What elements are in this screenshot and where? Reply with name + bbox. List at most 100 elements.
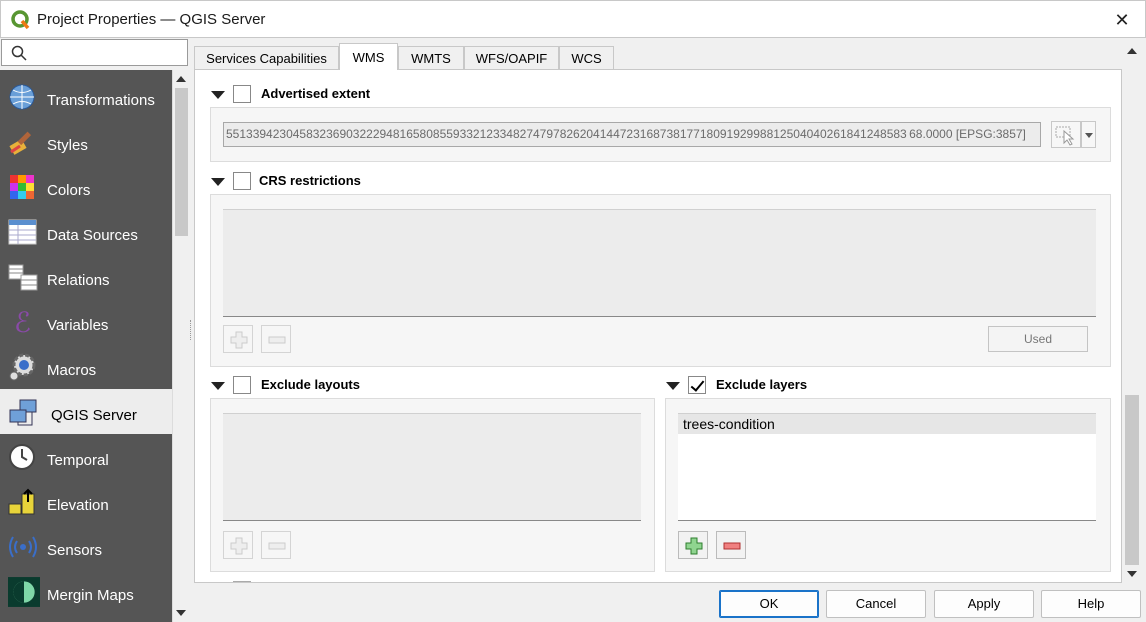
advertised-extent-group: 5513394230458323690322294816580855933212…	[210, 107, 1111, 162]
table-icon	[8, 219, 37, 245]
layers-list[interactable]: trees-condition	[678, 413, 1096, 521]
sidebar-item-relations[interactable]: Relations	[0, 254, 172, 299]
tab-services-capabilities[interactable]: Services Capabilities	[194, 46, 339, 70]
crs-restrictions-label: CRS restrictions	[259, 173, 361, 188]
gear-play-icon	[9, 353, 36, 381]
crs-restrictions-checkbox[interactable]	[233, 172, 251, 190]
sidebar-item-label: Macros	[47, 362, 97, 379]
sidebar-item-label: Sensors	[47, 542, 103, 559]
map-canvas-extent-button[interactable]	[1051, 121, 1081, 148]
exclude-layers-checkbox[interactable]	[688, 376, 706, 394]
splitter-handle[interactable]	[190, 320, 193, 340]
collapse-arrow-icon[interactable]	[211, 382, 225, 390]
exclude-layers-label: Exclude layers	[716, 377, 808, 392]
crs-restrictions-header: CRS restrictions	[211, 172, 611, 192]
scroll-down-icon[interactable]	[1127, 571, 1137, 577]
sidebar-item-label: QGIS Server	[51, 407, 137, 424]
scrollbar-thumb[interactable]	[175, 88, 188, 236]
sidebar-item-variables[interactable]: ℰ Variables	[0, 299, 172, 344]
svg-text:ℰ: ℰ	[14, 308, 31, 336]
qgis-logo-icon	[11, 10, 30, 30]
sidebar-item-label: Temporal	[47, 452, 109, 469]
epsilon-icon: ℰ	[14, 308, 31, 336]
search-input[interactable]	[1, 39, 188, 66]
sidebar-item-qgis-server[interactable]: QGIS Server	[0, 389, 172, 434]
scroll-up-icon[interactable]	[1127, 48, 1137, 54]
color-grid-icon	[10, 175, 34, 199]
relations-icon	[8, 264, 38, 291]
sidebar-item-sensors[interactable]: Sensors	[0, 524, 172, 569]
extent-dropdown-button[interactable]	[1081, 121, 1096, 148]
sidebar-item-label: Elevation	[47, 497, 109, 514]
minus-icon	[268, 542, 286, 550]
ok-button[interactable]: OK	[719, 590, 819, 618]
clock-icon	[9, 444, 35, 470]
sensor-icon	[9, 536, 37, 558]
tab-wcs[interactable]: WCS	[559, 46, 614, 70]
sidebar-item-label: Data Sources	[47, 227, 138, 244]
exclude-layouts-header: Exclude layouts	[211, 376, 511, 396]
sidebar-item-label: Variables	[47, 317, 109, 334]
sidebar-item-macros[interactable]: Macros	[0, 344, 172, 389]
layouts-list[interactable]	[223, 413, 641, 521]
window-title: Project Properties — QGIS Server	[37, 11, 266, 28]
advertised-extent-field[interactable]: 5513394230458323690322294816580855933212…	[223, 122, 1041, 147]
minus-icon	[268, 336, 286, 344]
sidebar-item-temporal[interactable]: Temporal	[0, 434, 172, 479]
mergin-icon	[8, 577, 40, 607]
plus-icon	[230, 331, 248, 349]
globe-grid-icon	[9, 84, 35, 110]
advertised-extent-header: Advertised extent	[211, 85, 611, 105]
exclude-layouts-checkbox[interactable]	[233, 376, 251, 394]
add-layer-button[interactable]	[678, 531, 708, 559]
remove-layout-button[interactable]	[261, 531, 291, 559]
sidebar-item-colors[interactable]: Colors	[0, 164, 172, 209]
advertised-extent-checkbox[interactable]	[233, 85, 251, 103]
cancel-button[interactable]: Cancel	[826, 590, 926, 618]
remove-crs-button[interactable]	[261, 325, 291, 353]
next-group-checkbox[interactable]	[233, 581, 251, 582]
collapse-arrow-icon[interactable]	[666, 382, 680, 390]
server-icon	[9, 399, 37, 426]
sidebar: Transformations Styles Colors Data Sourc…	[0, 70, 172, 622]
sidebar-item-styles[interactable]: Styles	[0, 119, 172, 164]
minus-icon	[723, 542, 741, 550]
sidebar-item-mergin-maps[interactable]: Mergin Maps	[0, 569, 172, 614]
tab-wmts[interactable]: WMTS	[398, 46, 464, 70]
tab-wfs-oapif[interactable]: WFS/OAPIF	[464, 46, 559, 70]
apply-button[interactable]: Apply	[934, 590, 1034, 618]
advertised-extent-label: Advertised extent	[261, 86, 371, 101]
used-button[interactable]: Used	[988, 326, 1088, 352]
close-button[interactable]: ✕	[1099, 1, 1145, 39]
paintbrush-icon	[9, 131, 32, 155]
exclude-layouts-group	[210, 398, 655, 572]
scroll-up-icon[interactable]	[176, 76, 186, 82]
elevation-icon	[8, 488, 35, 515]
cursor-select-icon	[1055, 126, 1075, 146]
add-layout-button[interactable]	[223, 531, 253, 559]
sidebar-item-data-sources[interactable]: Data Sources	[0, 209, 172, 254]
advertised-extent-value: 5513394230458323690322294816580855933212…	[226, 127, 1026, 141]
sidebar-scrollbar[interactable]	[172, 70, 189, 622]
exclude-layers-group: trees-condition	[665, 398, 1111, 572]
sidebar-item-label: Mergin Maps	[47, 587, 134, 604]
page-scrollbar[interactable]	[1123, 40, 1141, 585]
crs-restrictions-group: Used	[210, 194, 1111, 367]
scroll-down-icon[interactable]	[176, 610, 186, 616]
crs-list[interactable]	[223, 209, 1096, 317]
sidebar-item-transformations[interactable]: Transformations	[0, 74, 172, 119]
list-item[interactable]: trees-condition	[678, 414, 1096, 434]
scrollbar-thumb[interactable]	[1125, 395, 1139, 565]
collapse-arrow-icon[interactable]	[211, 178, 225, 186]
sidebar-item-label: Styles	[47, 137, 88, 154]
sidebar-item-elevation[interactable]: Elevation	[0, 479, 172, 524]
sidebar-item-label: Relations	[47, 272, 110, 289]
sidebar-item-label: Transformations	[47, 92, 155, 109]
help-button[interactable]: Help	[1041, 590, 1141, 618]
title-bar: Project Properties — QGIS Server ✕	[0, 0, 1146, 38]
tab-wms[interactable]: WMS	[339, 43, 398, 70]
exclude-layers-header: Exclude layers	[666, 376, 966, 396]
add-crs-button[interactable]	[223, 325, 253, 353]
remove-layer-button[interactable]	[716, 531, 746, 559]
collapse-arrow-icon[interactable]	[211, 91, 225, 99]
